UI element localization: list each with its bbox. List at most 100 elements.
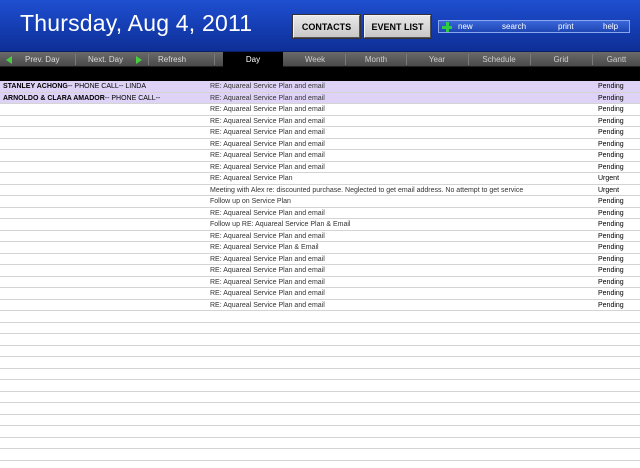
event-contact[interactable] [3, 104, 203, 115]
status-badge: Pending [598, 83, 624, 90]
event-subject[interactable]: RE: Aquareal Service Plan and email [210, 93, 590, 104]
search-link[interactable]: search [502, 22, 526, 31]
table-row[interactable] [0, 449, 640, 461]
event-contact[interactable] [3, 116, 203, 127]
status-badge: Pending [598, 94, 624, 102]
event-contact[interactable] [3, 185, 203, 196]
event-contact[interactable]: ARNOLDO & CLARA AMADOR-- PHONE CALL-- [3, 93, 203, 104]
table-row[interactable]: RE: Aquareal Service Plan and email Pendi… [0, 127, 640, 139]
event-contact[interactable] [3, 231, 203, 242]
event-contact[interactable] [3, 277, 203, 288]
event-subject[interactable]: RE: Aquareal Service Plan and email [210, 139, 590, 150]
table-row[interactable]: RE: Aquareal Service Plan and email Pendi… [0, 104, 640, 116]
table-row[interactable]: RE: Aquareal Service Plan and email Pendi… [0, 288, 640, 300]
table-row[interactable]: RE: Aquareal Service Plan and email Pendi… [0, 138, 640, 150]
prev-day-button[interactable]: Prev. Day [25, 52, 60, 67]
next-day-button[interactable]: Next. Day [88, 52, 123, 67]
event-contact[interactable] [3, 208, 203, 219]
print-link[interactable]: print [558, 22, 574, 31]
table-row[interactable]: RE: Aquareal Service Plan and email Pendi… [0, 207, 640, 219]
event-subject[interactable]: Follow up on Service Plan [210, 196, 590, 207]
action-bar: new search print help [438, 20, 630, 33]
table-row[interactable]: RE: Aquareal Service Plan and email Pendi… [0, 230, 640, 242]
tab-week[interactable]: Week [285, 52, 345, 67]
arrow-right-icon[interactable] [136, 56, 142, 64]
table-row[interactable]: RE: Aquareal Service Plan Urgent [0, 173, 640, 185]
event-subject[interactable]: RE: Aquareal Service Plan and email [210, 208, 590, 219]
table-row[interactable]: RE: Aquareal Service Plan and email Pendi… [0, 115, 640, 127]
event-contact[interactable] [3, 162, 203, 173]
tab-grid[interactable]: Grid [531, 52, 591, 67]
event-subject[interactable]: RE: Aquareal Service Plan and email [210, 300, 590, 311]
table-row[interactable] [0, 414, 640, 426]
event-subject[interactable]: RE: Aquareal Service Plan and email [210, 150, 590, 161]
table-row[interactable] [0, 311, 640, 323]
status-badge: Pending [598, 152, 624, 159]
event-contact[interactable] [3, 173, 203, 184]
status-badge: Pending [598, 232, 624, 240]
table-row[interactable] [0, 437, 640, 449]
event-subject[interactable]: RE: Aquareal Service Plan and email [210, 162, 590, 173]
table-row[interactable] [0, 345, 640, 357]
tab-day[interactable]: Day [223, 52, 283, 67]
event-subject[interactable]: RE: Aquareal Service Plan and email [210, 116, 590, 127]
table-row[interactable] [0, 334, 640, 346]
event-contact[interactable]: STANLEY ACHONG-- PHONE CALL-- LINDA [3, 81, 203, 92]
table-row[interactable] [0, 380, 640, 392]
event-subject[interactable]: RE: Aquareal Service Plan [210, 173, 590, 184]
table-row[interactable]: RE: Aquareal Service Plan and email Pendi… [0, 150, 640, 162]
arrow-left-icon[interactable] [6, 56, 12, 64]
event-contact[interactable] [3, 242, 203, 253]
table-row[interactable]: STANLEY ACHONG-- PHONE CALL-- LINDA RE: A… [0, 81, 640, 93]
event-contact[interactable] [3, 127, 203, 138]
table-row[interactable]: RE: Aquareal Service Plan and email Pendi… [0, 299, 640, 311]
event-contact[interactable] [3, 196, 203, 207]
tab-gantt[interactable]: Gantt [593, 52, 640, 67]
table-row[interactable]: RE: Aquareal Service Plan and email Pendi… [0, 161, 640, 173]
help-link[interactable]: help [603, 22, 618, 31]
table-row[interactable]: Follow up RE: Aquareal Service Plan & Em… [0, 219, 640, 231]
event-subject[interactable]: RE: Aquareal Service Plan and email [210, 81, 590, 92]
table-row[interactable]: Meeting with Alex re: discounted purchas… [0, 184, 640, 196]
event-subject[interactable]: Follow up RE: Aquareal Service Plan & Em… [210, 219, 590, 230]
event-subject[interactable]: RE: Aquareal Service Plan and email [210, 231, 590, 242]
table-row[interactable] [0, 322, 640, 334]
table-row[interactable] [0, 403, 640, 415]
table-row[interactable]: RE: Aquareal Service Plan and email Pendi… [0, 253, 640, 265]
status-badge: Pending [598, 106, 624, 113]
event-subject[interactable]: RE: Aquareal Service Plan and email [210, 104, 590, 115]
table-row[interactable]: Follow up on Service Plan Pending [0, 196, 640, 208]
event-subject[interactable]: RE: Aquareal Service Plan and email [210, 288, 590, 299]
event-list: STANLEY ACHONG-- PHONE CALL-- LINDA RE: A… [0, 81, 640, 468]
event-subject[interactable]: Meeting with Alex re: discounted purchas… [210, 185, 590, 196]
table-row[interactable]: RE: Aquareal Service Plan and email Pendi… [0, 276, 640, 288]
table-row[interactable] [0, 391, 640, 403]
tab-schedule[interactable]: Schedule [469, 52, 529, 67]
event-contact[interactable] [3, 265, 203, 276]
event-contact[interactable] [3, 254, 203, 265]
event-contact[interactable] [3, 300, 203, 311]
event-contact[interactable] [3, 288, 203, 299]
table-row[interactable]: ARNOLDO & CLARA AMADOR-- PHONE CALL-- RE:… [0, 92, 640, 104]
tab-year[interactable]: Year [407, 52, 467, 67]
table-row[interactable]: RE: Aquareal Service Plan and email Pendi… [0, 265, 640, 277]
event-contact[interactable] [3, 139, 203, 150]
event-contact[interactable] [3, 150, 203, 161]
event-list-button[interactable]: EVENT LIST [363, 14, 432, 39]
event-subject[interactable]: RE: Aquareal Service Plan and email [210, 265, 590, 276]
event-subject[interactable]: RE: Aquareal Service Plan and email [210, 127, 590, 138]
table-row[interactable] [0, 368, 640, 380]
table-row[interactable] [0, 426, 640, 438]
event-subject[interactable]: RE: Aquareal Service Plan & Email [210, 242, 590, 253]
event-subject[interactable]: RE: Aquareal Service Plan and email [210, 277, 590, 288]
contacts-button[interactable]: CONTACTS [292, 14, 361, 39]
event-subject[interactable]: RE: Aquareal Service Plan and email [210, 254, 590, 265]
status-badge: Pending [598, 290, 624, 297]
table-row[interactable]: RE: Aquareal Service Plan & Email Pending [0, 242, 640, 254]
event-contact[interactable] [3, 219, 203, 230]
new-link[interactable]: new [458, 22, 473, 31]
plus-icon[interactable] [442, 22, 452, 32]
tab-month[interactable]: Month [346, 52, 406, 67]
table-row[interactable] [0, 357, 640, 369]
refresh-button[interactable]: Refresh [158, 52, 186, 67]
